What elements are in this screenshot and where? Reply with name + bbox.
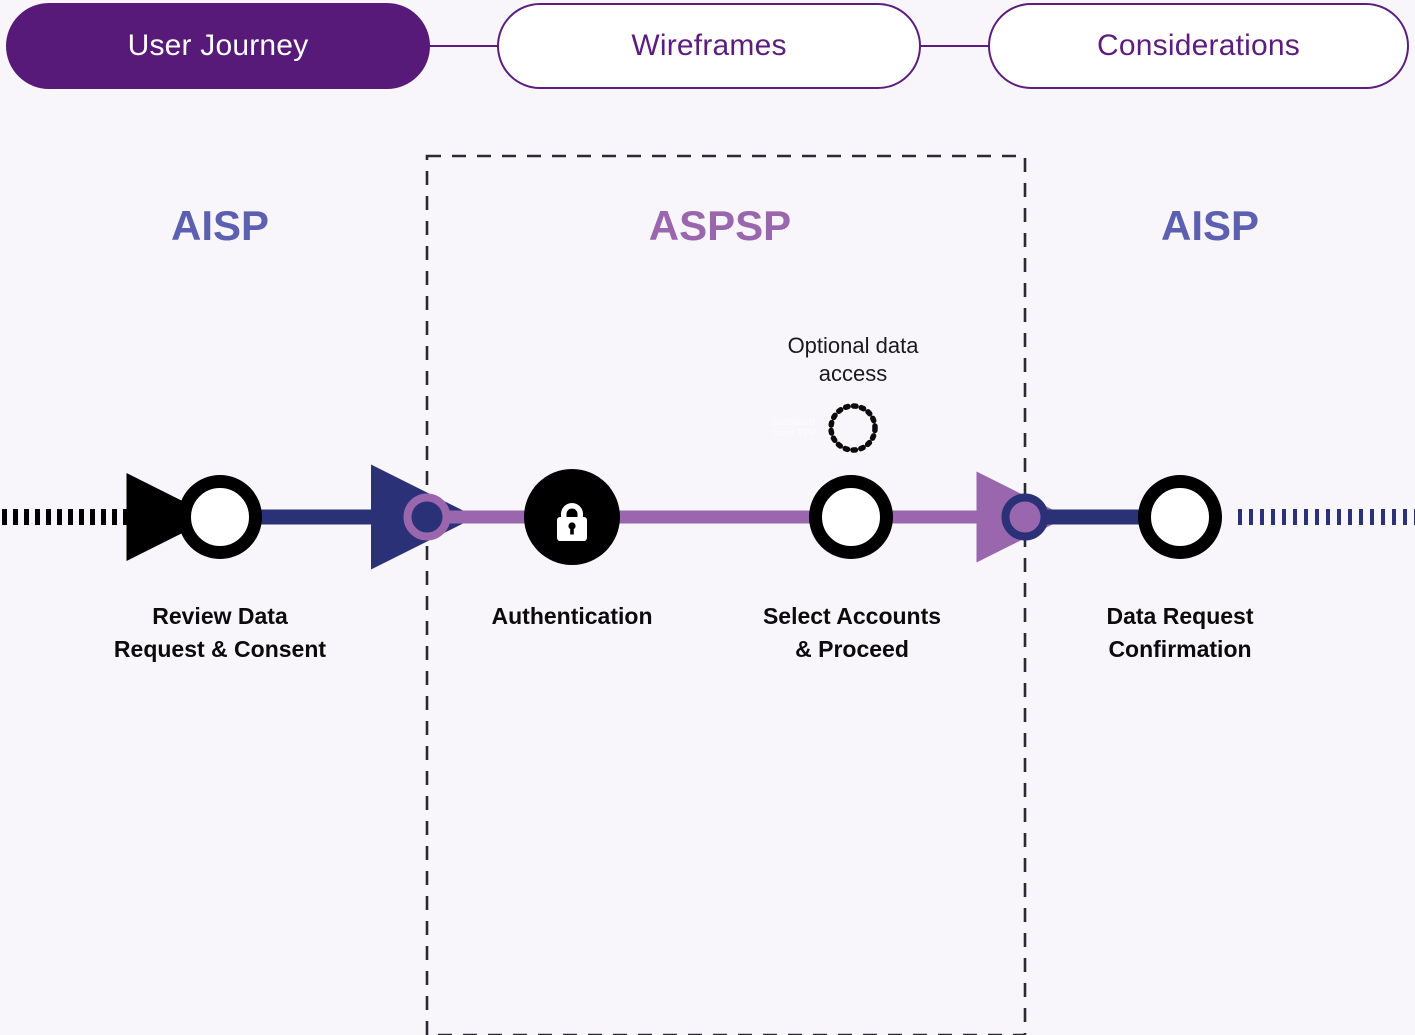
optional-data-access-line1: Optional data [787,333,919,358]
tab-bar: User Journey Wireframes Considerations [0,0,1415,92]
step-label-data-request-confirmation: Data Request Confirmation [1030,600,1330,665]
user-journey-diagram: AISP ASPSP AISP Optional data access Sta… [0,92,1415,1035]
step-label-review-data-request-consent: Review Data Request & Consent [70,600,370,665]
tab-wireframes-label: Wireframes [631,29,787,62]
step-label-line1: Data Request [1106,603,1254,629]
tab-connector-2 [919,45,991,47]
optional-data-access-annotation: Optional data access [753,332,953,387]
zone-label-aspsp: ASPSP [648,202,792,249]
step-label-select-accounts-proceed: Select Accounts & Proceed [702,600,1002,665]
step-label-line1: Authentication [491,603,653,629]
aspsp-boundary-box [425,154,1027,1035]
step-label-line2: Confirmation [1108,635,1252,662]
watermark-line2: from TPP [772,428,817,439]
zone-label-aisp-right: AISP [1160,202,1260,249]
zone-label-aisp-left: AISP [170,202,270,249]
watermark-text: Standard from TPP [772,417,842,439]
step-label-authentication: Authentication [422,600,722,633]
watermark-line1: Standard [772,417,816,428]
tab-user-journey-label: User Journey [127,29,309,62]
step-label-line1: Review Data [152,603,288,629]
node-review-data-request-consent[interactable] [178,475,262,559]
tab-user-journey[interactable]: User Journey [6,3,430,89]
step-label-line1: Select Accounts [762,603,942,629]
tab-considerations[interactable]: Considerations [988,3,1409,89]
step-label-line2: Request & Consent [113,635,327,662]
optional-data-access-line2: access [818,360,888,386]
step-label-line2: & Proceed [795,635,909,662]
tab-wireframes[interactable]: Wireframes [497,3,921,89]
tab-considerations-label: Considerations [1097,29,1300,62]
node-data-request-confirmation[interactable] [1138,475,1222,559]
node-select-accounts-proceed[interactable] [809,475,893,559]
tab-connector-1 [428,45,500,47]
